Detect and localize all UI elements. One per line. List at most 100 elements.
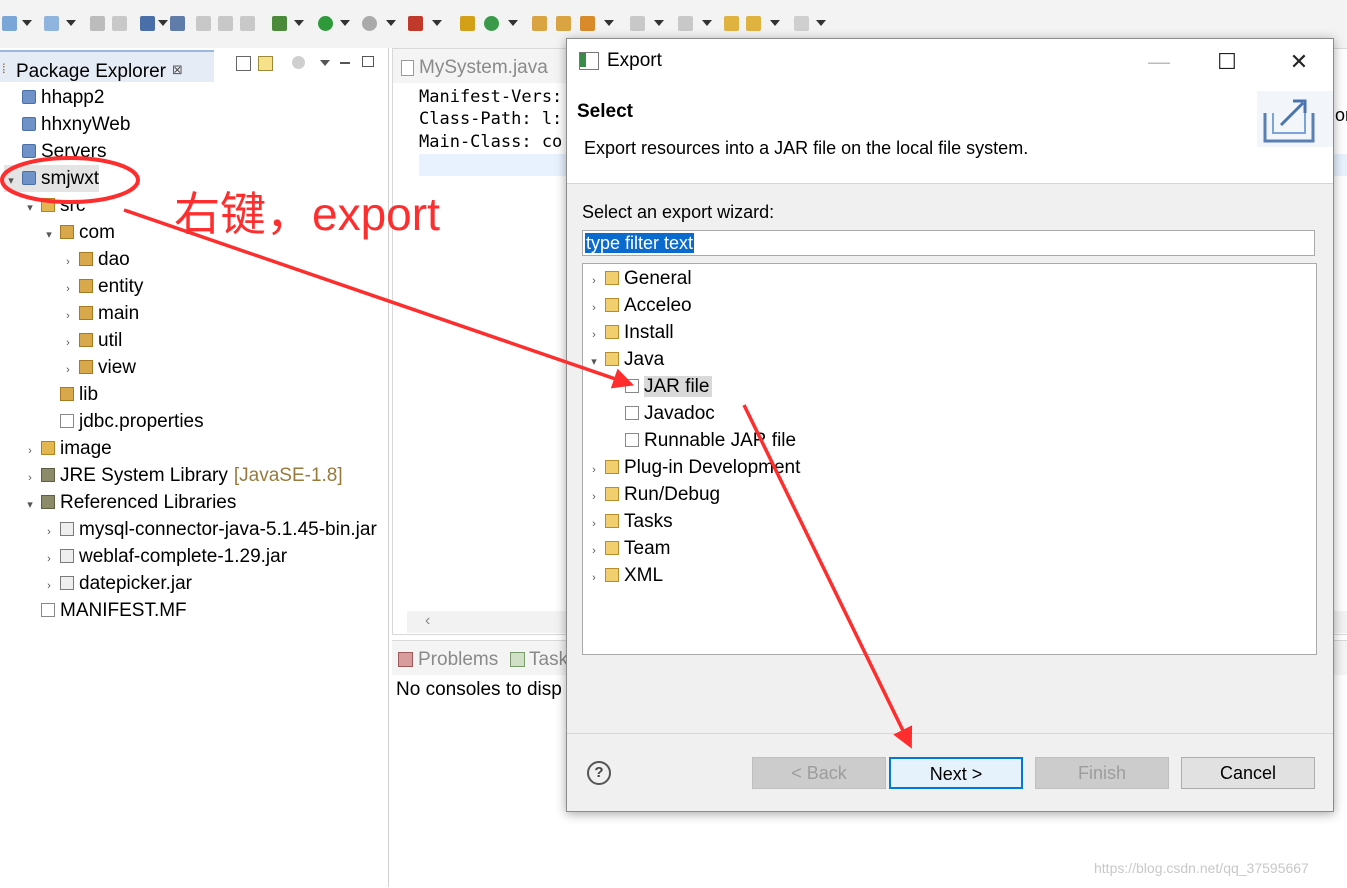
next-annotation-dropdown-caret[interactable] (654, 20, 664, 26)
wizard-item-runnable-jar-file[interactable]: Runnable JAR file (617, 427, 796, 454)
open-task-icon[interactable] (556, 16, 571, 31)
back-button[interactable]: < Back (752, 757, 886, 789)
chevron-right-icon[interactable]: › (587, 295, 601, 322)
debug-dropdown-caret[interactable] (294, 20, 304, 26)
close-icon[interactable]: ⊠ (172, 62, 183, 78)
help-button[interactable]: ? (587, 761, 611, 785)
minimize-button[interactable]: — (1139, 47, 1179, 77)
tree-item-main[interactable]: › main (61, 300, 139, 327)
chevron-right-icon[interactable]: › (23, 465, 37, 492)
chevron-right-icon[interactable]: › (61, 249, 75, 276)
chevron-right-icon[interactable]: › (23, 438, 37, 465)
wizard-item-java[interactable]: ▾ Java (587, 346, 664, 373)
wizard-item-general[interactable]: › General (587, 265, 691, 295)
forward-icon[interactable] (794, 16, 809, 31)
next-annotation-icon[interactable] (630, 16, 645, 31)
chevron-right-icon[interactable]: › (61, 303, 75, 330)
last-edit-location-icon[interactable] (724, 16, 739, 31)
code-line-1[interactable]: Manifest-Vers: (419, 87, 562, 107)
minimize-icon[interactable] (340, 62, 350, 64)
close-button[interactable]: ✕ (1279, 47, 1319, 77)
chevron-right-icon[interactable]: › (42, 546, 56, 573)
tree-item-mysql-connector-java-5-1-45-bin-jar[interactable]: › mysql-connector-java-5.1.45-bin.jar (42, 516, 377, 543)
open-type-icon[interactable] (532, 16, 547, 31)
editor-tab-mysystem[interactable]: MySystem.java (393, 49, 574, 83)
new-class-dropdown-caret[interactable] (508, 20, 518, 26)
tree-item-jdbc-properties[interactable]: jdbc.properties (42, 408, 204, 435)
tree-item-util[interactable]: › util (61, 327, 122, 354)
tree-item-datepicker-jar[interactable]: › datepicker.jar (42, 570, 192, 597)
tree-item-entity[interactable]: › entity (61, 273, 143, 300)
tree-item-jre-system-library[interactable]: › JRE System Library [JavaSE-1.8] (23, 462, 343, 489)
back-dropdown-caret[interactable] (770, 20, 780, 26)
finish-button[interactable]: Finish (1035, 757, 1169, 789)
tree-item-weblaf-complete-1-29-jar[interactable]: › weblaf-complete-1.29.jar (42, 543, 287, 570)
back-icon[interactable] (746, 16, 761, 31)
chevron-right-icon[interactable]: › (587, 322, 601, 349)
search-dropdown-caret[interactable] (604, 20, 614, 26)
tree-item-com[interactable]: ▾ com (42, 219, 115, 246)
block-selection-icon[interactable] (218, 16, 233, 31)
wizard-item-tasks[interactable]: › Tasks (587, 508, 672, 538)
debug-icon[interactable] (272, 16, 287, 31)
run-icon[interactable] (318, 16, 333, 31)
tab-problems[interactable]: Problems (418, 649, 498, 671)
next-button[interactable]: Next > (889, 757, 1023, 789)
wizard-item-jar-file[interactable]: JAR file (617, 373, 713, 400)
chevron-right-icon[interactable]: › (42, 519, 56, 546)
chevron-down-icon[interactable]: ▾ (23, 492, 37, 519)
chevron-right-icon[interactable]: › (61, 330, 75, 357)
chevron-right-icon[interactable]: › (61, 357, 75, 384)
previous-annotation-icon[interactable] (678, 16, 693, 31)
tree-item-manifest-mf[interactable]: MANIFEST.MF (23, 597, 187, 624)
link-with-editor-icon[interactable] (258, 56, 273, 71)
tree-item-dao[interactable]: › dao (61, 246, 130, 273)
tab-tasks[interactable]: Task (529, 649, 568, 671)
tree-item-hhxnyweb[interactable]: hhxnyWeb (4, 111, 130, 138)
chevron-right-icon[interactable]: › (587, 457, 601, 484)
external-tools-icon[interactable] (408, 16, 423, 31)
tree-item-image[interactable]: › image (23, 435, 112, 462)
chevron-down-icon[interactable]: ▾ (42, 222, 56, 249)
new-java-dropdown-caret[interactable] (66, 20, 76, 26)
wizard-item-install[interactable]: › Install (587, 319, 673, 349)
new-package-icon[interactable] (460, 16, 475, 31)
focus-icon[interactable] (292, 56, 305, 69)
previous-annotation-dropdown-caret[interactable] (702, 20, 712, 26)
package-explorer-tab[interactable]: ⁞ Package Explorer ⊠ (0, 50, 214, 82)
maximize-button[interactable]: ☐ (1207, 47, 1247, 77)
view-menu-icon[interactable] (320, 60, 330, 66)
search-icon[interactable] (580, 16, 595, 31)
toggle-mark-icon[interactable] (196, 16, 211, 31)
chevron-right-icon[interactable]: › (587, 511, 601, 538)
coverage-dropdown-caret[interactable] (386, 20, 396, 26)
wizard-item-plug-in-development[interactable]: › Plug-in Development (587, 454, 800, 481)
show-whitespace-icon[interactable] (240, 16, 255, 31)
chevron-right-icon[interactable]: › (587, 565, 601, 592)
new-icon[interactable] (2, 16, 17, 31)
wizard-item-acceleo[interactable]: › Acceleo (587, 292, 691, 322)
new-java-icon[interactable] (44, 16, 59, 31)
chevron-right-icon[interactable]: › (587, 484, 601, 511)
tree-item-hhapp2[interactable]: hhapp2 (4, 84, 104, 111)
tree-item-referenced-libraries[interactable]: ▾ Referenced Libraries (23, 489, 236, 516)
tree-item-src[interactable]: ▾ src (23, 192, 85, 219)
tree-item-smjwxt[interactable]: ▾ smjwxt (4, 165, 100, 192)
code-line-3[interactable]: Main-Class: co (419, 132, 562, 152)
new-class-icon[interactable] (484, 16, 499, 31)
wizard-item-javadoc[interactable]: Javadoc (617, 400, 715, 427)
code-line-2[interactable]: Class-Path: l: (419, 109, 562, 129)
tree-item-lib[interactable]: lib (42, 381, 98, 408)
chevron-right-icon[interactable]: › (61, 276, 75, 303)
tree-item-servers[interactable]: Servers (4, 138, 106, 165)
chevron-right-icon[interactable]: › (587, 268, 601, 295)
wizard-item-team[interactable]: › Team (587, 535, 670, 562)
chevron-right-icon[interactable]: › (42, 573, 56, 600)
run-dropdown-caret[interactable] (340, 20, 350, 26)
new-dropdown-caret[interactable] (22, 20, 32, 26)
tree-item-view[interactable]: › view (61, 354, 136, 381)
maximize-icon[interactable] (362, 56, 374, 67)
coverage-icon[interactable] (362, 16, 377, 31)
cancel-button[interactable]: Cancel (1181, 757, 1315, 789)
wizard-item-xml[interactable]: › XML (587, 562, 663, 589)
